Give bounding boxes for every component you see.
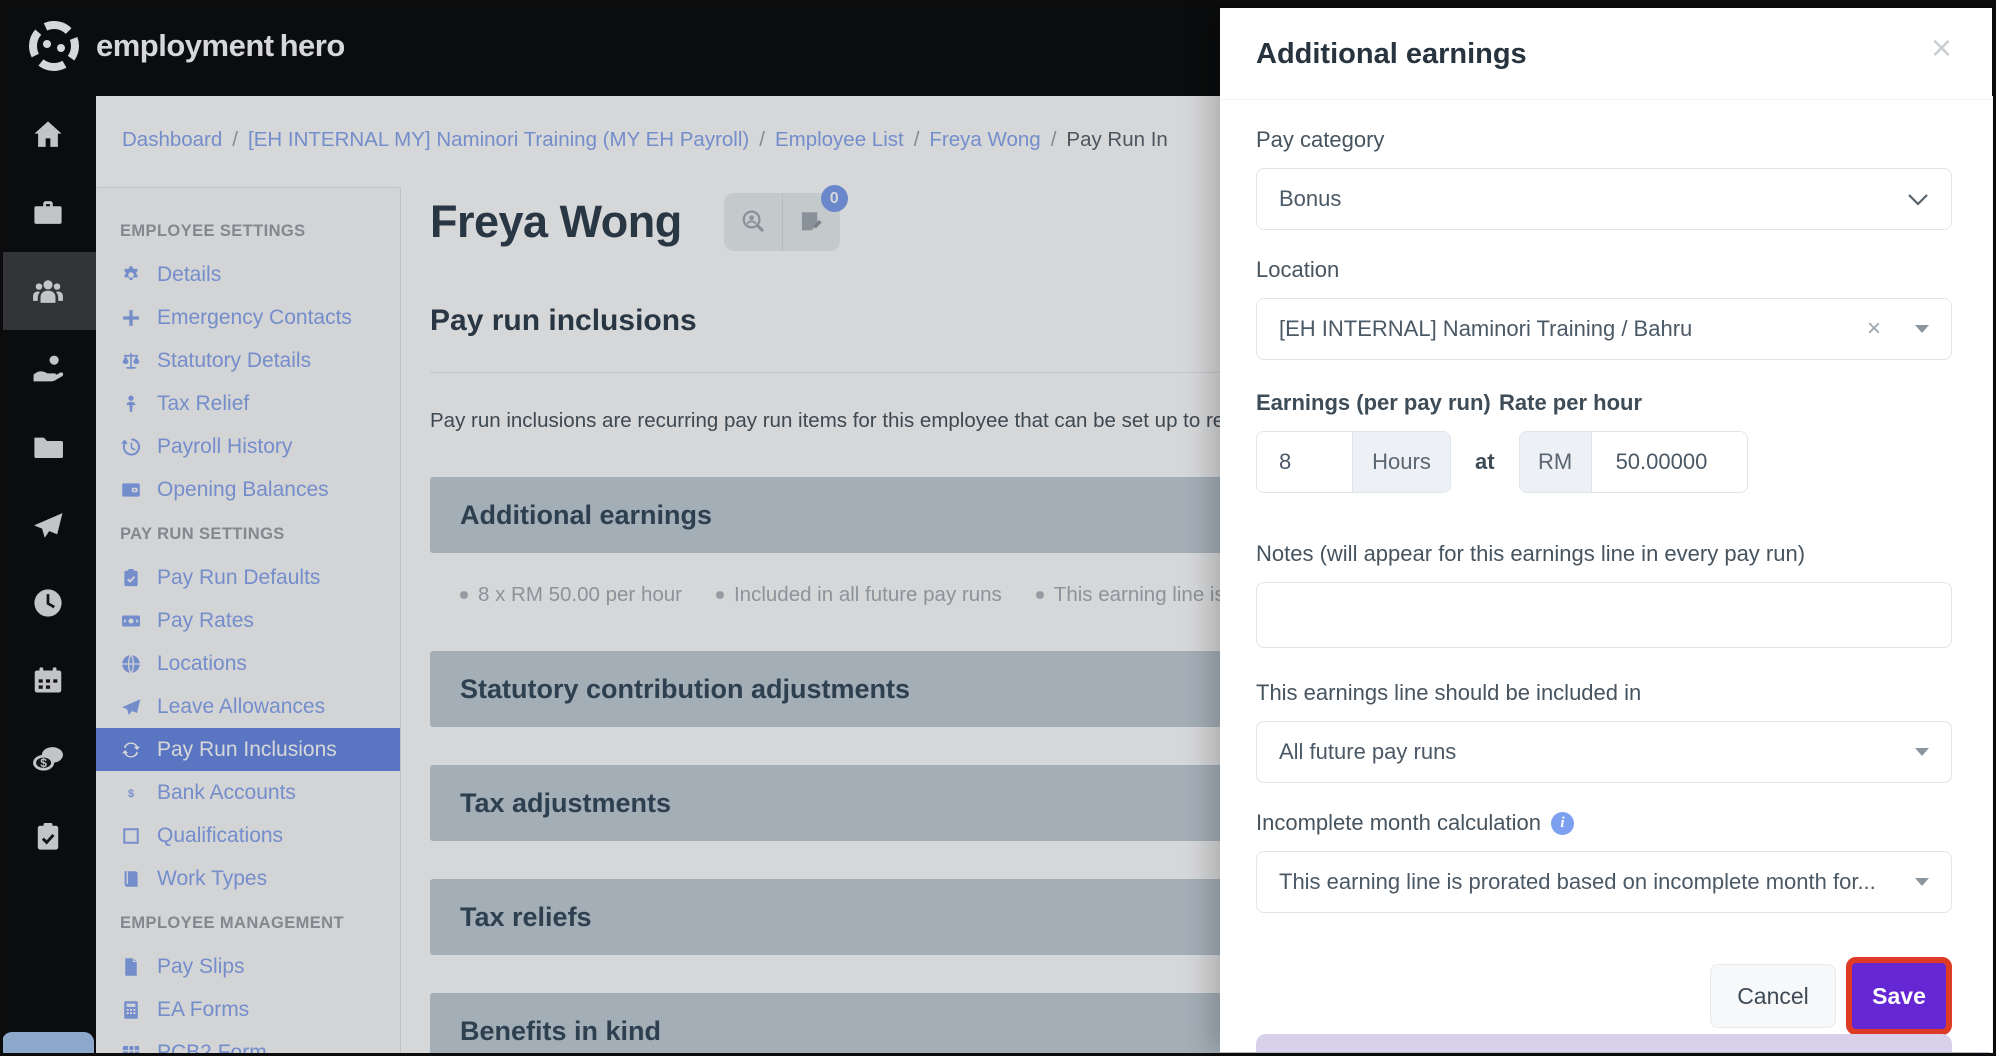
caret-down-icon	[1915, 748, 1929, 756]
location-label: Location	[1256, 257, 1340, 282]
bottom-banner	[1256, 1034, 1952, 1052]
rate-input-group: RM	[1518, 431, 1748, 493]
info-icon[interactable]: i	[1550, 811, 1574, 835]
earnings-rate-labels: Earnings (per pay run) Rate per hour	[1256, 390, 1952, 416]
caret-down-icon	[1915, 325, 1929, 333]
modal-title: Additional earnings	[1256, 38, 1527, 70]
app-root: employment hero $ Dashboard / [EH INTERNAL …	[0, 0, 1996, 1056]
included-in-value: All future pay runs	[1279, 739, 1457, 764]
notes-textarea[interactable]	[1256, 582, 1952, 648]
additional-earnings-panel: Additional earnings × Pay category Bonus…	[1220, 8, 1992, 1052]
caret-down-icon	[1915, 878, 1929, 886]
modal-footer: Cancel Save	[1256, 963, 1952, 1029]
rate-label: Rate per hour	[1499, 390, 1643, 415]
rate-input[interactable]	[1591, 432, 1747, 492]
earnings-rate-row: Hours at RM	[1256, 431, 1952, 493]
incomplete-month-select[interactable]: This earning line is prorated based on i…	[1256, 851, 1952, 913]
currency-addon: RM	[1519, 432, 1592, 492]
incomplete-month-value: This earning line is prorated based on i…	[1279, 869, 1876, 894]
pay-category-label: Pay category	[1256, 127, 1385, 152]
location-select[interactable]: [EH INTERNAL] Naminori Training / Bahru …	[1256, 298, 1952, 360]
pay-category-value: Bonus	[1279, 186, 1342, 211]
included-in-select[interactable]: All future pay runs	[1256, 721, 1952, 783]
earnings-label: Earnings (per pay run)	[1256, 390, 1491, 415]
at-label: at	[1475, 449, 1495, 474]
save-button[interactable]: Save	[1852, 963, 1946, 1029]
chevron-down-icon	[1908, 193, 1928, 206]
modal-header: Additional earnings ×	[1256, 8, 1952, 71]
clear-selection-icon[interactable]: ×	[1867, 315, 1881, 343]
notes-label: Notes (will appear for this earnings lin…	[1256, 541, 1806, 566]
close-icon[interactable]: ×	[1931, 30, 1952, 66]
earnings-unit-addon: Hours	[1352, 432, 1450, 492]
pay-category-select[interactable]: Bonus	[1256, 168, 1952, 230]
modal-header-divider	[1220, 99, 1992, 100]
earnings-input-group: Hours	[1256, 431, 1451, 493]
included-in-label: This earnings line should be included in	[1256, 680, 1642, 705]
cancel-button[interactable]: Cancel	[1710, 964, 1836, 1028]
modal-backdrop[interactable]	[0, 0, 1220, 1056]
location-value: [EH INTERNAL] Naminori Training / Bahru	[1279, 316, 1693, 341]
incomplete-month-label: Incomplete month calculation i	[1256, 810, 1952, 836]
earnings-units-input[interactable]	[1257, 432, 1352, 492]
